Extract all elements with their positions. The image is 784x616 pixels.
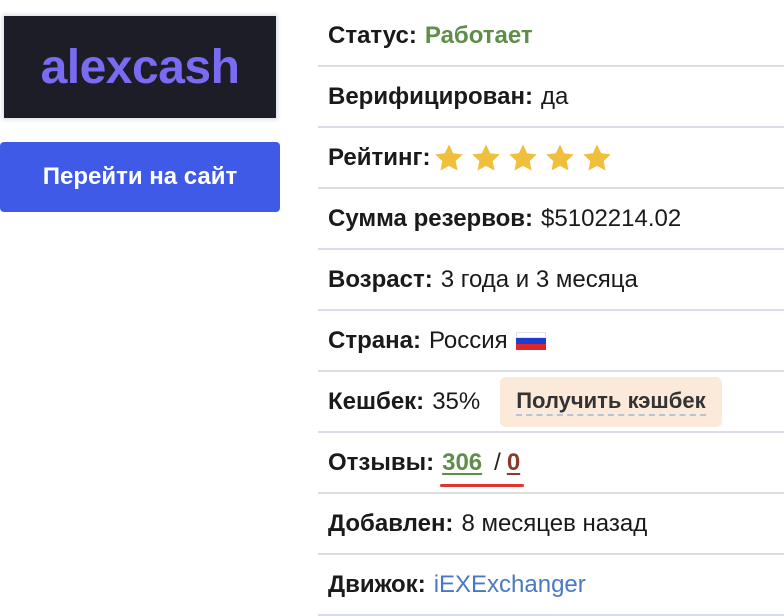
engine-link[interactable]: iEXExchanger [434,571,586,599]
reviews-row: Отзывы: 306 / 0 [318,433,784,494]
reviews-counts: 306 / 0 [440,448,525,487]
star-icon [434,143,463,171]
age-value: 3 года и 3 месяца [440,265,638,293]
rating-stars [433,142,613,174]
engine-row: Движок: iEXExchanger [318,555,784,616]
verified-value: да [540,82,569,110]
country-row: Страна: Россия [318,311,784,372]
age-row: Возраст: 3 года и 3 месяца [318,250,784,311]
cashback-value: 35% [432,387,481,415]
get-cashback-label: Получить кэшбек [516,388,706,416]
age-label: Возраст: [328,265,433,293]
country-value: Россия [428,326,508,354]
added-value: 8 месяцев назад [461,509,648,537]
engine-label: Движок: [328,570,426,598]
reviews-label: Отзывы: [328,448,435,476]
status-label: Статус: [328,21,417,49]
get-cashback-button[interactable]: Получить кэшбек [500,376,722,427]
star-icon [545,143,574,171]
star-icon [508,143,537,171]
status-value: Работает [424,21,533,49]
added-row: Добавлен: 8 месяцев назад [318,494,784,555]
reserves-row: Сумма резервов: $5102214.02 [318,189,784,250]
cashback-row: Кешбек: 35% Получить кэшбек [318,372,784,433]
reviews-separator: / [494,448,501,476]
rating-row: Рейтинг: [318,128,784,189]
country-label: Страна: [328,326,421,354]
go-to-site-button[interactable]: Перейти на сайт [0,142,280,212]
verified-row: Верифицирован: да [318,67,784,128]
status-row: Статус: Работает [318,6,784,67]
verified-label: Верифицирован: [328,82,533,110]
negative-reviews-link[interactable]: 0 [507,449,520,477]
cashback-label: Кешбек: [328,387,425,415]
star-icon [471,143,500,171]
logo-text: alexcash [40,40,240,94]
rating-label: Рейтинг: [328,143,431,171]
positive-reviews-link[interactable]: 306 [442,449,482,477]
reserves-value: $5102214.02 [541,204,682,232]
exchanger-info-list: Статус: Работает Верифицирован: да Рейти… [318,6,784,616]
star-icon [582,143,611,171]
russia-flag-icon [515,331,546,350]
exchanger-logo[interactable]: alexcash [4,16,276,118]
added-label: Добавлен: [328,509,454,537]
reserves-label: Сумма резервов: [328,204,534,232]
reviews-highlight-underline [440,483,525,487]
